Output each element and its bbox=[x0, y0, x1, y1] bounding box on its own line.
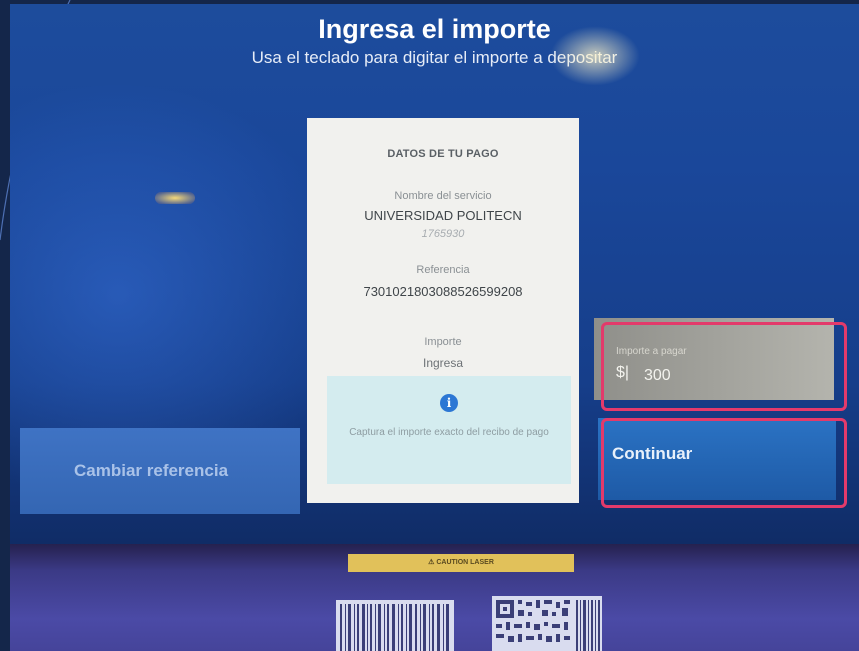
page-title: Ingresa el importe bbox=[318, 14, 551, 44]
card-heading: DATOS DE TU PAGO bbox=[387, 148, 499, 160]
continue-button[interactable]: Continuar bbox=[598, 418, 836, 500]
info-icon: i bbox=[440, 394, 458, 412]
page-subtitle: Usa el teclado para digitar el importe a… bbox=[251, 48, 618, 67]
info-box: i Captura el importe exacto del recibo d… bbox=[327, 376, 571, 484]
change-reference-button[interactable]: Cambiar referencia bbox=[20, 428, 300, 514]
amount-label: Importe bbox=[424, 336, 462, 348]
reference-value: 7301021803088526599208 bbox=[363, 284, 523, 299]
laser-warning-label: ⚠ CAUTION LASER bbox=[348, 554, 574, 572]
laser-warning-text: CAUTION LASER bbox=[436, 559, 494, 566]
barcode-icon bbox=[336, 600, 454, 651]
service-code: 1765930 bbox=[421, 228, 465, 240]
payment-summary-card: DATOS DE TU PAGO Nombre del servicio UNI… bbox=[307, 118, 579, 503]
currency-symbol: $| bbox=[616, 364, 630, 381]
amount-value: Ingresa bbox=[422, 356, 464, 370]
amount-field[interactable]: Importe a pagar $| bbox=[594, 318, 834, 400]
reference-label: Referencia bbox=[416, 264, 470, 276]
screen-glare bbox=[550, 26, 640, 86]
service-label: Nombre del servicio bbox=[394, 190, 492, 202]
amount-input[interactable] bbox=[644, 364, 814, 388]
service-name: UNIVERSIDAD POLITECN bbox=[364, 208, 522, 223]
amount-field-label: Importe a pagar bbox=[616, 346, 687, 357]
qr-code-icon bbox=[492, 596, 602, 651]
light-reflection bbox=[155, 192, 195, 204]
info-text: Captura el importe exacto del recibo de … bbox=[349, 427, 549, 438]
